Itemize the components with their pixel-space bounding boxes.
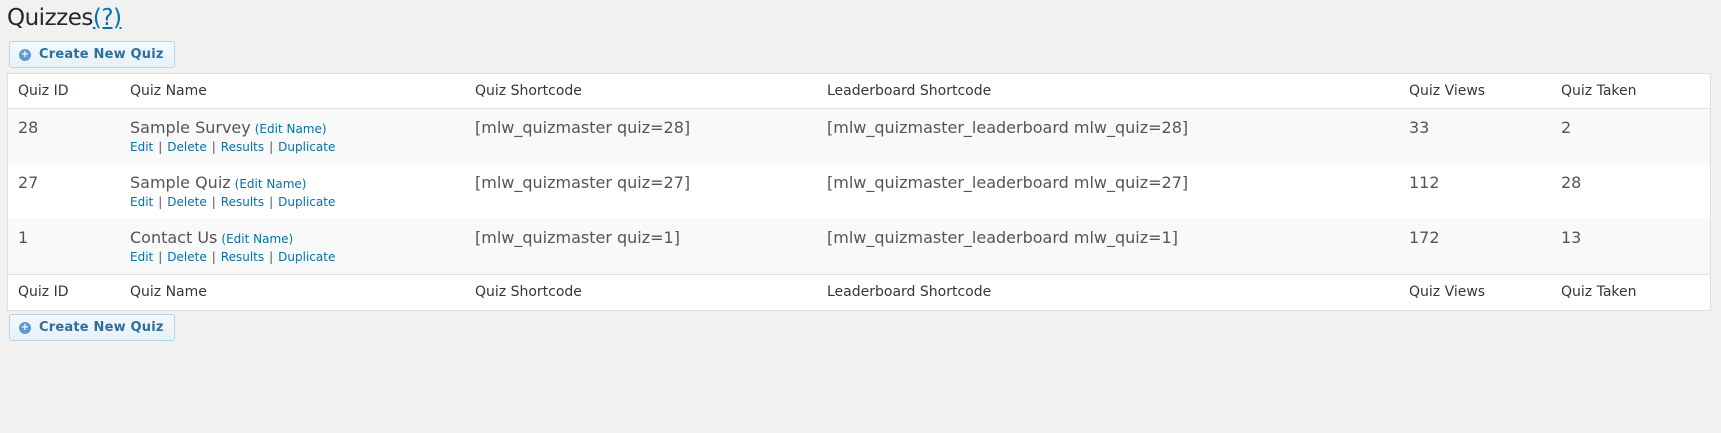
action-separator: |: [269, 195, 274, 209]
edit-link[interactable]: Edit: [130, 140, 153, 154]
create-new-quiz-button-top[interactable]: + Create New Quiz: [9, 41, 175, 68]
action-separator: |: [158, 250, 163, 264]
edit-name-link[interactable]: (Edit Name): [221, 232, 293, 246]
action-separator: |: [158, 195, 163, 209]
delete-link[interactable]: Delete: [167, 140, 206, 154]
table-header-row: Quiz ID Quiz Name Quiz Shortcode Leaderb…: [8, 74, 1710, 109]
table-row: 1 Contact Us (Edit Name) Edit | Delete | Resu…: [8, 219, 1710, 274]
plus-circle-icon: +: [19, 321, 31, 334]
duplicate-link[interactable]: Duplicate: [278, 250, 335, 264]
plus-circle-icon: +: [19, 48, 31, 61]
quiz-taken: 13: [1561, 228, 1582, 247]
quiz-views: 33: [1409, 118, 1430, 137]
row-actions: Edit | Delete | Results | Duplicate: [130, 195, 335, 209]
column-footer-quiz-id[interactable]: Quiz ID: [18, 284, 69, 300]
column-header-quiz-shortcode[interactable]: Quiz Shortcode: [475, 83, 582, 99]
quizzes-page: Quizzes(?) + Create New Quiz Quiz ID Qui…: [0, 0, 1721, 433]
leaderboard-shortcode: [mlw_quizmaster_leaderboard mlw_quiz=1]: [827, 228, 1178, 247]
edit-link[interactable]: Edit: [130, 250, 153, 264]
action-separator: |: [269, 250, 274, 264]
duplicate-link[interactable]: Duplicate: [278, 140, 335, 154]
quiz-name: Contact Us (Edit Name): [130, 228, 293, 247]
action-separator: |: [211, 140, 216, 154]
results-link[interactable]: Results: [221, 250, 264, 264]
create-new-quiz-button-bottom[interactable]: + Create New Quiz: [9, 314, 175, 341]
column-header-quiz-views[interactable]: Quiz Views: [1409, 83, 1485, 99]
create-new-quiz-label: Create New Quiz: [39, 47, 164, 62]
quiz-name: Sample Survey (Edit Name): [130, 118, 327, 137]
quiz-name-text: Sample Quiz: [130, 173, 231, 192]
leaderboard-shortcode: [mlw_quizmaster_leaderboard mlw_quiz=27]: [827, 173, 1189, 192]
action-separator: |: [158, 140, 163, 154]
table-row: 27 Sample Quiz (Edit Name) Edit | Delete | Re…: [8, 164, 1710, 219]
row-actions: Edit | Delete | Results | Duplicate: [130, 140, 335, 154]
action-separator: |: [211, 250, 216, 264]
results-link[interactable]: Results: [221, 140, 264, 154]
delete-link[interactable]: Delete: [167, 195, 206, 209]
quiz-table: Quiz ID Quiz Name Quiz Shortcode Leaderb…: [7, 73, 1711, 311]
quiz-shortcode: [mlw_quizmaster quiz=28]: [475, 118, 691, 137]
quiz-id: 28: [18, 118, 39, 137]
column-footer-quiz-views[interactable]: Quiz Views: [1409, 284, 1485, 300]
help-link[interactable]: (?): [93, 5, 122, 31]
column-header-quiz-id[interactable]: Quiz ID: [18, 83, 69, 99]
column-header-quiz-name[interactable]: Quiz Name: [130, 83, 207, 99]
column-footer-quiz-taken[interactable]: Quiz Taken: [1561, 284, 1637, 300]
create-new-quiz-label: Create New Quiz: [39, 320, 164, 335]
quiz-shortcode: [mlw_quizmaster quiz=27]: [475, 173, 691, 192]
delete-link[interactable]: Delete: [167, 250, 206, 264]
table-footer-row: Quiz ID Quiz Name Quiz Shortcode Leaderb…: [8, 274, 1710, 310]
edit-name-link[interactable]: (Edit Name): [255, 122, 327, 136]
quiz-taken: 2: [1561, 118, 1572, 137]
column-footer-quiz-name[interactable]: Quiz Name: [130, 284, 207, 300]
row-actions: Edit | Delete | Results | Duplicate: [130, 250, 335, 264]
quiz-id: 27: [18, 173, 39, 192]
quiz-name-text: Contact Us: [130, 228, 218, 247]
action-separator: |: [269, 140, 274, 154]
edit-link[interactable]: Edit: [130, 195, 153, 209]
page-title-text: Quizzes: [7, 5, 93, 31]
quiz-views: 112: [1409, 173, 1440, 192]
results-link[interactable]: Results: [221, 195, 264, 209]
page-title: Quizzes(?): [7, 5, 122, 31]
action-separator: |: [211, 195, 216, 209]
column-footer-quiz-shortcode[interactable]: Quiz Shortcode: [475, 284, 582, 300]
edit-name-link[interactable]: (Edit Name): [235, 177, 307, 191]
quiz-views: 172: [1409, 228, 1440, 247]
column-header-quiz-taken[interactable]: Quiz Taken: [1561, 83, 1637, 99]
quiz-taken: 28: [1561, 173, 1582, 192]
duplicate-link[interactable]: Duplicate: [278, 195, 335, 209]
table-row: 28 Sample Survey (Edit Name) Edit | Delete |…: [8, 109, 1710, 164]
quiz-name: Sample Quiz (Edit Name): [130, 173, 306, 192]
quiz-name-text: Sample Survey: [130, 118, 251, 137]
column-footer-leaderboard-shortcode[interactable]: Leaderboard Shortcode: [827, 284, 991, 300]
leaderboard-shortcode: [mlw_quizmaster_leaderboard mlw_quiz=28]: [827, 118, 1189, 137]
quiz-shortcode: [mlw_quizmaster quiz=1]: [475, 228, 680, 247]
column-header-leaderboard-shortcode[interactable]: Leaderboard Shortcode: [827, 83, 991, 99]
quiz-id: 1: [18, 228, 29, 247]
